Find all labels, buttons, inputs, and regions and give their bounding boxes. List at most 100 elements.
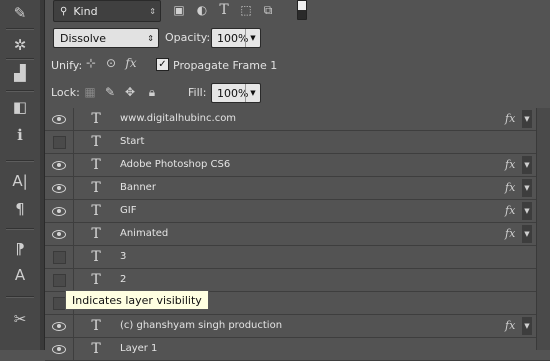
- chevron-updown-icon: ⇕: [149, 6, 156, 16]
- character-styles-icon[interactable]: A: [8, 264, 32, 286]
- lock-label: Lock:: [51, 86, 80, 99]
- eye-icon: [52, 321, 66, 331]
- type-layer-icon: T: [91, 157, 101, 173]
- histogram-icon[interactable]: ▟: [8, 62, 32, 84]
- lock-all-icon[interactable]: 🔒︎: [145, 85, 159, 99]
- layer-row[interactable]: T3: [45, 246, 550, 269]
- visibility-tooltip: Indicates layer visibility: [65, 290, 209, 310]
- toolbar-divider: [6, 90, 34, 92]
- hidden-visibility-box: [52, 250, 66, 264]
- lock-position-icon[interactable]: ✥: [123, 85, 137, 99]
- chevron-updown-icon: ⇕: [147, 33, 154, 43]
- hidden-visibility-box: [52, 273, 66, 287]
- effects-expand-icon[interactable]: ▼: [522, 202, 532, 220]
- layer-effects-icon[interactable]: fx: [505, 204, 515, 217]
- layer-row[interactable]: T GIF fx ▼: [45, 200, 550, 223]
- opacity-field[interactable]: 100% ▼: [211, 28, 261, 48]
- type-layer-icon: T: [91, 272, 101, 288]
- type-layer-icon: T: [91, 111, 101, 127]
- layer-row[interactable]: T2: [45, 269, 550, 292]
- adjustment-filter-icon[interactable]: ◐: [195, 3, 209, 17]
- layer-name[interactable]: GIF: [120, 205, 136, 216]
- fill-value: 100%: [217, 86, 249, 100]
- filter-toggle-switch[interactable]: [297, 0, 307, 20]
- chevron-down-icon[interactable]: ▼: [245, 84, 260, 102]
- layer-name[interactable]: Start: [120, 136, 144, 147]
- eye-icon: [52, 229, 66, 239]
- fill-field[interactable]: 100% ▼: [211, 83, 261, 103]
- brush-settings-icon[interactable]: ✎: [8, 2, 32, 24]
- layer-effects-icon[interactable]: fx: [505, 158, 515, 171]
- lock-image-icon[interactable]: ✎: [103, 85, 117, 99]
- layer-name[interactable]: (c) ghanshyam singh production: [120, 320, 282, 331]
- layer-visibility-toggle[interactable]: [45, 338, 74, 360]
- layer-row[interactable]: Twww.digitalhubinc.com fx ▼: [45, 108, 550, 131]
- propagate-frame-checkbox[interactable]: ✓: [156, 58, 169, 71]
- layer-name[interactable]: Animated: [120, 228, 168, 239]
- layer-row[interactable]: T (c) ghanshyam singh production fx ▼: [45, 315, 550, 338]
- unify-style-icon[interactable]: fx: [123, 55, 139, 71]
- layer-visibility-toggle[interactable]: [45, 223, 74, 245]
- effects-expand-icon[interactable]: ▼: [522, 225, 532, 243]
- opacity-value: 100%: [217, 31, 249, 45]
- effects-expand-icon[interactable]: ▼: [522, 179, 532, 197]
- tools-icon[interactable]: ✂: [8, 308, 32, 330]
- eye-icon: [52, 206, 66, 216]
- layer-effects-icon[interactable]: fx: [505, 181, 515, 194]
- type-layer-icon: T: [91, 226, 101, 242]
- unify-row: [45, 52, 550, 79]
- layer-effects-icon[interactable]: fx: [505, 319, 515, 332]
- paragraph-icon[interactable]: ¶: [8, 198, 32, 220]
- layer-visibility-toggle[interactable]: [45, 177, 74, 199]
- lock-row: [45, 78, 550, 109]
- character-icon[interactable]: A|: [8, 170, 32, 192]
- layer-name[interactable]: 3: [120, 251, 126, 262]
- paragraph-styles-icon[interactable]: ⁋: [8, 238, 32, 260]
- layer-name[interactable]: Banner: [120, 182, 156, 193]
- layer-visibility-toggle[interactable]: [45, 246, 74, 268]
- toolbar-divider: [6, 160, 34, 162]
- layers-scrollbar[interactable]: [536, 108, 550, 350]
- layer-visibility-toggle[interactable]: [45, 269, 74, 291]
- unify-label: Unify:: [51, 59, 83, 72]
- layer-visibility-toggle[interactable]: [45, 315, 74, 337]
- type-layer-icon: T: [91, 249, 101, 265]
- layer-visibility-toggle[interactable]: [45, 154, 74, 176]
- type-layer-icon: T: [91, 318, 101, 334]
- eye-icon: [52, 344, 66, 354]
- unify-visibility-icon[interactable]: ⊙: [103, 55, 119, 71]
- layer-row[interactable]: T Animated fx ▼: [45, 223, 550, 246]
- layer-effects-icon[interactable]: fx: [505, 112, 515, 125]
- asterisk-icon[interactable]: ✲: [8, 34, 32, 56]
- smart-object-filter-icon[interactable]: ⧉: [261, 3, 275, 17]
- layer-row[interactable]: T Banner fx ▼: [45, 177, 550, 200]
- layer-row[interactable]: T Start: [45, 131, 550, 154]
- unify-position-icon[interactable]: ⊹: [83, 55, 99, 71]
- blend-mode-select[interactable]: Dissolve ⇕: [53, 28, 159, 48]
- toolbar-divider: [6, 58, 34, 60]
- effects-expand-icon[interactable]: ▼: [522, 317, 532, 335]
- image-filter-icon[interactable]: ▣: [172, 3, 186, 17]
- layer-name[interactable]: Layer 1: [120, 343, 157, 354]
- layer-visibility-toggle[interactable]: [45, 131, 74, 153]
- adjustments-icon[interactable]: ◧: [8, 96, 32, 118]
- layer-visibility-toggle[interactable]: [45, 108, 74, 130]
- layer-name[interactable]: Adobe Photoshop CS6: [120, 159, 230, 170]
- effects-expand-icon[interactable]: ▼: [522, 156, 532, 174]
- layer-row[interactable]: T Adobe Photoshop CS6 fx ▼: [45, 154, 550, 177]
- type-layer-icon: T: [91, 341, 101, 357]
- layer-name[interactable]: www.digitalhubinc.com: [120, 113, 236, 124]
- chevron-down-icon[interactable]: ▼: [245, 29, 260, 47]
- layer-effects-icon[interactable]: fx: [505, 227, 515, 240]
- kind-label: Kind: [73, 4, 98, 18]
- layer-name[interactable]: 2: [120, 274, 126, 285]
- info-icon[interactable]: ℹ: [8, 124, 32, 146]
- layer-visibility-toggle[interactable]: [45, 200, 74, 222]
- lock-transparent-icon[interactable]: ▦: [83, 85, 97, 99]
- kind-filter-select[interactable]: ⚲ Kind ⇕: [53, 0, 161, 22]
- shape-filter-icon[interactable]: ⬚: [239, 3, 253, 17]
- effects-expand-icon[interactable]: ▼: [522, 110, 532, 128]
- hidden-visibility-box: [52, 135, 66, 149]
- toolbar-divider: [6, 296, 34, 298]
- type-filter-icon[interactable]: T: [217, 2, 231, 18]
